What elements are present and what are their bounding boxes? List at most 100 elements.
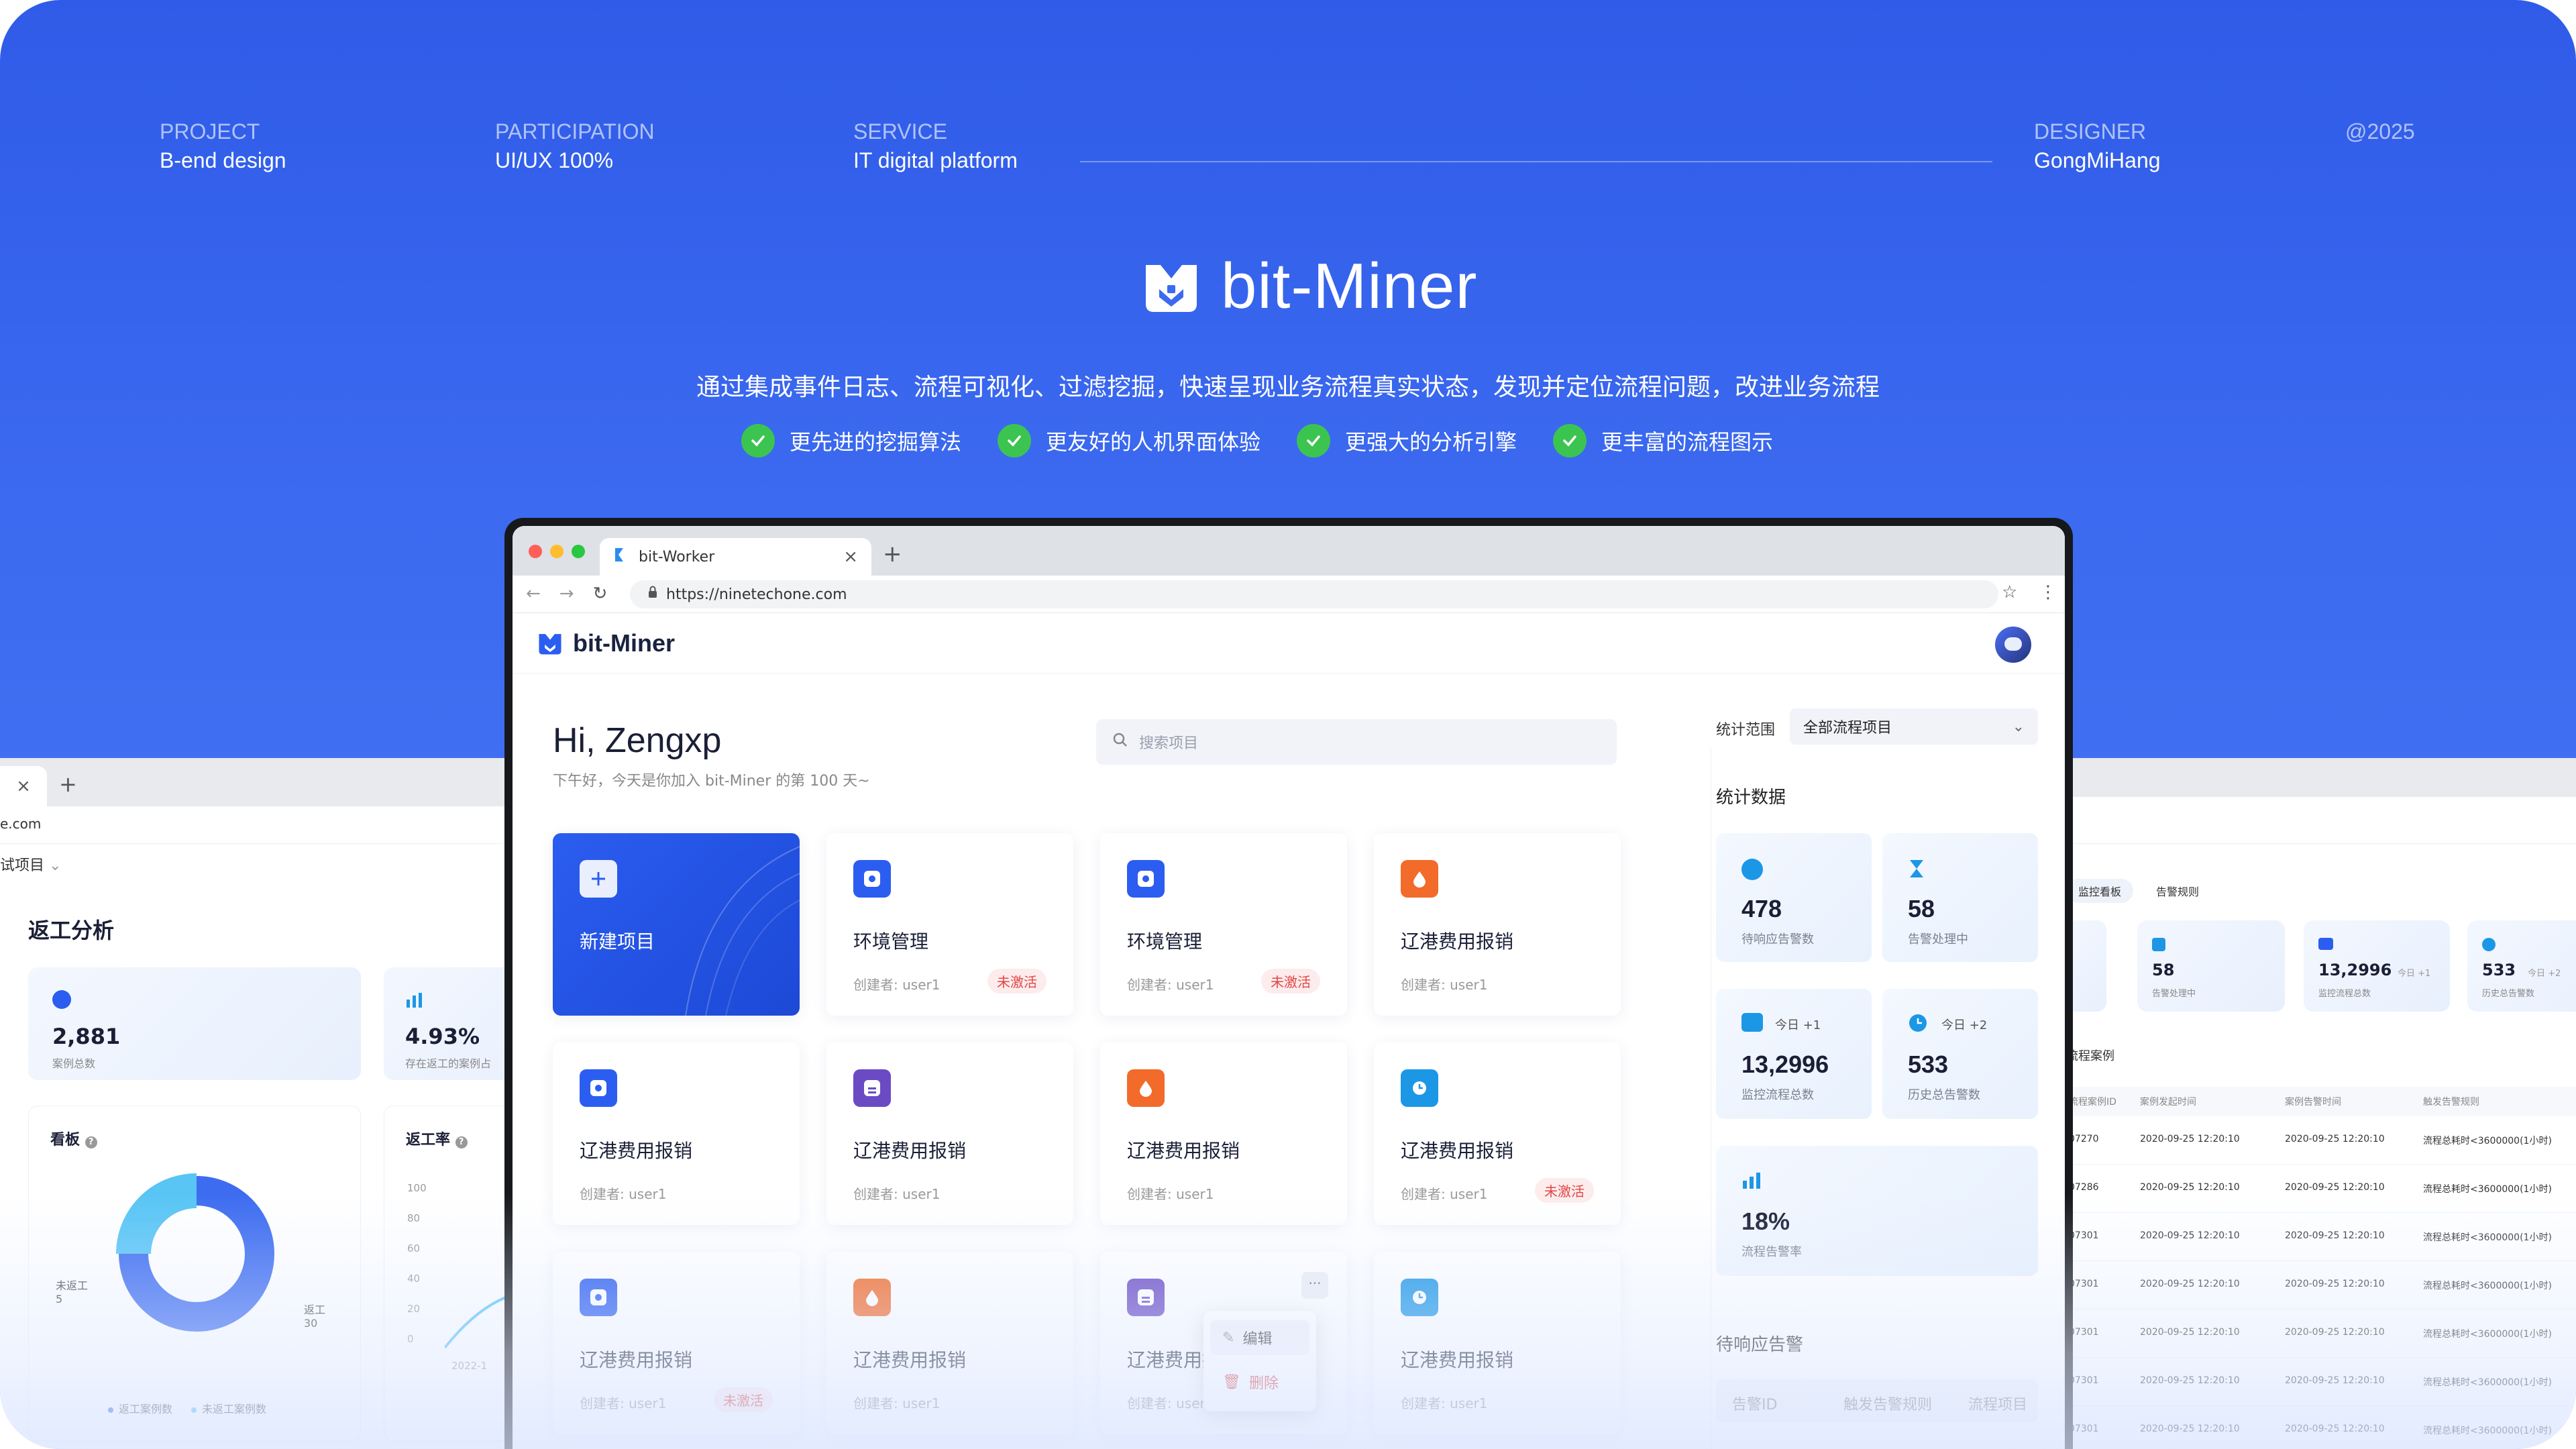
favicon-icon — [613, 547, 628, 567]
total-flows-card: 13,2996 今日 +1 监控流程总数 — [2304, 920, 2450, 1012]
tab-close-icon[interactable]: × — [843, 547, 858, 567]
browser-menu-icon[interactable]: ⋮ — [2039, 582, 2057, 602]
maximize-window-button[interactable] — [572, 545, 585, 558]
tab-title: bit-Worker — [639, 548, 715, 566]
forward-icon[interactable]: → — [559, 584, 574, 604]
project-icon — [580, 1279, 617, 1316]
drop-icon — [1401, 860, 1438, 898]
drop-icon — [853, 1279, 891, 1316]
case-count-value: 2,881 — [52, 1024, 121, 1049]
feature-label: 更先进的挖掘算法 — [790, 429, 962, 455]
alert-dot-icon — [1741, 859, 1763, 880]
edit-menu-item[interactable]: ✎ 编辑 — [1210, 1320, 1309, 1355]
designer-meta: DESIGNER GongMiHang — [2034, 119, 2161, 173]
new-tab-button[interactable]: + — [883, 541, 902, 568]
close-window-button[interactable] — [529, 545, 542, 558]
back-icon[interactable]: ← — [526, 584, 541, 604]
clock-icon — [2482, 938, 2496, 951]
project-search-input[interactable]: 搜索项目 — [1096, 719, 1617, 765]
project-select[interactable]: 试项目 ⌄ — [0, 853, 61, 875]
feature-item: 更友好的人机界面体验 — [998, 424, 1260, 458]
project-card[interactable]: 辽港费用报销 创建者: user1 未激活 — [1374, 1042, 1621, 1225]
clock-icon — [1401, 1069, 1438, 1107]
project-name: 辽港费用报销 — [580, 1140, 693, 1162]
project-card[interactable]: 环境管理 创建者: user1 未激活 — [826, 833, 1073, 1016]
help-icon: ? — [455, 1136, 468, 1148]
project-card[interactable]: 辽港费用报销 创建者: user1 — [826, 1252, 1073, 1434]
project-creator: 创建者: user1 — [853, 977, 941, 993]
pending-alerts-card: 478 待响应告警数 — [1716, 833, 1872, 962]
main-monitor: bit-Worker × + ← → ↻ https://ninetechone… — [504, 518, 2073, 1449]
tab-alert-rules[interactable]: 告警规则 — [2144, 879, 2211, 903]
project-card[interactable]: 环境管理 创建者: user1 未激活 — [1100, 833, 1347, 1016]
rate-y-axis: 100 80 60 40 20 0 — [407, 1182, 427, 1345]
legend-item: 返工案例数 — [108, 1400, 172, 1416]
project-creator: 创建者: user1 — [1401, 977, 1488, 993]
help-icon: ? — [85, 1136, 97, 1148]
delete-menu-item[interactable]: 🗑 删除 — [1210, 1364, 1309, 1399]
reload-icon[interactable]: ↻ — [593, 584, 608, 604]
check-icon — [1297, 424, 1331, 458]
left-browser-window: × + e.com 试项目 ⌄ 返工分析 2,881 案例总数 4.93% 存在… — [0, 758, 510, 1449]
header-divider — [1080, 161, 1992, 162]
tab-monitor-board[interactable]: 监控看板 — [2066, 879, 2134, 903]
service-value: IT digital platform — [853, 148, 1018, 172]
rate-title: 返工率 ? — [406, 1128, 468, 1149]
project-label: PROJECT — [160, 119, 260, 144]
rework-rate-value: 4.93% — [405, 1024, 480, 1049]
rate-panel: 返工率 ? 100 80 60 40 20 0 2022-1 — [384, 1106, 510, 1441]
url-fragment[interactable]: e.com — [0, 816, 41, 832]
project-card[interactable]: 辽港费用报销 创建者: user1 — [1374, 833, 1621, 1016]
greeting-title: Hi, Zengxp — [553, 721, 722, 760]
app-logo-icon[interactable] — [537, 630, 564, 657]
more-options-button[interactable]: ··· — [1301, 1272, 1328, 1299]
table-row[interactable]: 07301 2020-09-25 12:20:10 2020-09-25 12:20… — [2066, 1261, 2576, 1309]
new-tab-button[interactable]: + — [59, 771, 77, 797]
project-card[interactable]: 辽港费用报销 创建者: user1 — [1100, 1042, 1347, 1225]
donut-left-label: 未返工 5 — [56, 1279, 89, 1305]
new-project-card[interactable]: 新建项目 — [553, 833, 800, 1016]
browser-tabbar: bit-Worker × + — [513, 526, 2065, 576]
tagline: 通过集成事件日志、流程可视化、过滤挖掘，快速呈现业务流程真实状态，发现并定位流程… — [696, 374, 1880, 401]
check-icon — [998, 424, 1032, 458]
non-rework-slice — [116, 1173, 197, 1254]
status-badge: 未激活 — [1535, 1178, 1594, 1203]
project-icon — [1127, 860, 1165, 898]
rework-rate-label: 存在返工的案例占 — [405, 1057, 492, 1070]
monitor-icon — [2318, 938, 2333, 950]
search-icon — [1112, 732, 1128, 752]
participation-label: PARTICIPATION — [495, 119, 655, 144]
bar-chart-icon — [1741, 1171, 1763, 1193]
project-card[interactable]: 辽港费用报销 创建者: user1 未激活 — [553, 1252, 800, 1434]
tab-close-icon[interactable]: × — [0, 766, 47, 806]
table-row[interactable]: 07301 2020-09-25 12:20:10 2020-09-25 12:20… — [2066, 1358, 2576, 1406]
table-row[interactable]: 07301 2020-09-25 12:20:10 2020-09-25 12:20… — [2066, 1213, 2576, 1261]
case-count-card: 2,881 案例总数 — [28, 967, 361, 1080]
processing-alerts-card: 58 告警处理中 — [1882, 833, 2038, 962]
scope-select[interactable]: 全部流程项目 ⌄ — [1790, 708, 2038, 745]
url-bar[interactable]: https://ninetechone.com — [630, 580, 1998, 608]
table-row[interactable]: 07301 2020-09-25 12:20:10 2020-09-25 12:20… — [2066, 1406, 2576, 1449]
brand-lockup: bit-Miner — [1140, 250, 1477, 323]
minimize-window-button[interactable] — [550, 545, 564, 558]
table-row[interactable]: 07286 2020-09-25 12:20:10 2020-09-25 12:20… — [2066, 1165, 2576, 1213]
feature-label: 更强大的分析引擎 — [1345, 429, 1517, 455]
project-card[interactable]: 辽港费用报销 创建者: user1 — [553, 1042, 800, 1225]
project-card[interactable]: 辽港费用报销 创建者: user1 — [826, 1042, 1073, 1225]
project-card[interactable]: 辽港费用报销 创建者: user1 — [1374, 1252, 1621, 1434]
project-name: 辽港费用报销 — [853, 1349, 967, 1371]
bit-miner-logo-icon — [1146, 265, 1197, 312]
project-name: 环境管理 — [853, 930, 929, 953]
browser-tab[interactable]: bit-Worker × — [600, 538, 871, 576]
feature-label: 更丰富的流程图示 — [1601, 429, 1774, 455]
table-row[interactable]: 07301 2020-09-25 12:20:10 2020-09-25 12:20… — [2066, 1309, 2576, 1358]
participation-value: UI/UX 100% — [495, 148, 614, 172]
table-row[interactable]: 07270 2020-09-25 12:20:10 2020-09-25 12:20… — [2066, 1116, 2576, 1165]
address-bar-row: ← → ↻ https://ninetechone.com ☆ ⋮ — [513, 576, 2065, 613]
bookmark-star-icon[interactable]: ☆ — [2002, 582, 2017, 602]
user-avatar[interactable] — [1995, 627, 2031, 663]
participation-meta: PARTICIPATION UI/UX 100% — [495, 119, 655, 173]
board-title: 看板 ? — [50, 1128, 97, 1149]
feature-item: 更强大的分析引擎 — [1297, 424, 1517, 458]
brand-name: bit-Miner — [1221, 250, 1478, 322]
